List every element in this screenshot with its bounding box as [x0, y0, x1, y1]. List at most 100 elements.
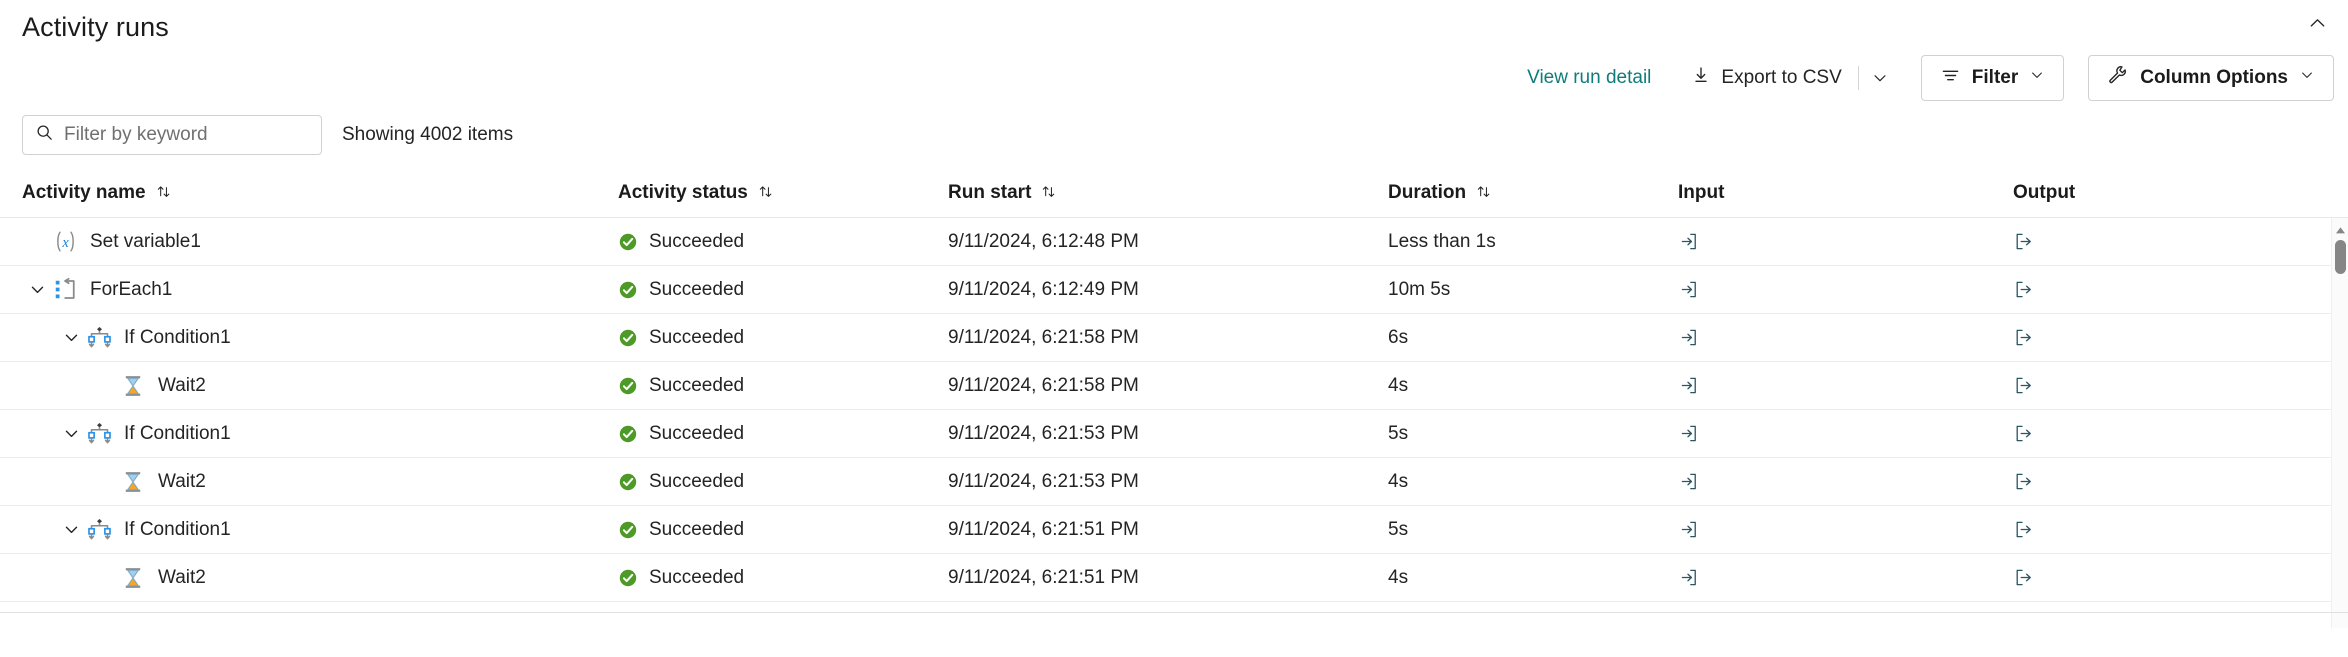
table-row[interactable]: ForEach1Succeeded9/11/2024, 6:12:49 PM10… [0, 266, 2348, 314]
table-row[interactable]: If Condition1Succeeded9/11/2024, 6:21:53… [0, 410, 2348, 458]
wrench-icon [2107, 64, 2129, 92]
chevron-down-icon[interactable] [56, 323, 86, 353]
chevron-down-icon[interactable] [56, 515, 86, 545]
run-start-cell: 9/11/2024, 6:21:58 PM [948, 375, 1388, 397]
chevron-down-icon[interactable] [56, 419, 86, 449]
showing-items-count: Showing 4002 items [342, 124, 513, 146]
scroll-up-arrow-icon[interactable] [2332, 222, 2348, 239]
page-title: Activity runs [22, 12, 169, 43]
run-start-cell: 9/11/2024, 6:21:53 PM [948, 471, 1388, 493]
table-row[interactable]: If Condition1Succeeded9/11/2024, 6:21:58… [0, 314, 2348, 362]
activity-name-cell: If Condition1 [22, 515, 618, 545]
input-cell [1678, 469, 2013, 495]
sort-updown-icon [156, 184, 174, 202]
arrow-out-of-box-icon[interactable] [2013, 325, 2039, 351]
arrow-into-box-icon[interactable] [1678, 565, 1704, 591]
table-scrollbar[interactable] [2331, 218, 2348, 628]
status-label: Succeeded [649, 279, 744, 301]
column-options-button[interactable]: Column Options [2088, 55, 2334, 101]
panel-header: Activity runs [0, 0, 2348, 52]
success-check-circle-icon [618, 568, 638, 588]
chevron-up-icon[interactable] [2300, 6, 2334, 40]
svg-text:x: x [61, 235, 69, 251]
if-condition-icon [86, 325, 112, 351]
arrow-out-of-box-icon[interactable] [2013, 277, 2039, 303]
expander-spacer [90, 371, 120, 401]
activity-name-label: If Condition1 [124, 327, 231, 349]
activity-runs-table: Activity nameActivity status Run start Dur… [0, 168, 2348, 628]
expander-spacer [90, 467, 120, 497]
column-header-run-start[interactable]: Run start [948, 182, 1388, 204]
search-box[interactable] [22, 115, 322, 155]
success-check-circle-icon [618, 520, 638, 540]
activity-name-label: If Condition1 [124, 423, 231, 445]
filter-chevron-down-icon [2029, 67, 2045, 89]
filter-row: Showing 4002 items [22, 115, 513, 155]
status-badge: Succeeded [618, 279, 948, 301]
column-header-output: Output [2013, 182, 2313, 204]
command-bar: View run detail Export to CSV [1519, 55, 2334, 101]
arrow-into-box-icon[interactable] [1678, 421, 1704, 447]
arrow-out-of-box-icon[interactable] [2013, 469, 2039, 495]
hourglass-wait-icon [120, 469, 146, 495]
export-to-csv-button[interactable]: Export to CSV [1679, 58, 1853, 98]
arrow-into-box-icon[interactable] [1678, 373, 1704, 399]
table-row[interactable]: Wait2Succeeded9/11/2024, 6:21:53 PM4s [0, 458, 2348, 506]
activity-name-cell: Wait2 [22, 371, 618, 401]
arrow-into-box-icon[interactable] [1678, 277, 1704, 303]
sort-updown-icon [1476, 184, 1494, 202]
duration-cell: 4s [1388, 471, 1678, 493]
arrow-into-box-icon[interactable] [1678, 325, 1704, 351]
arrow-into-box-icon[interactable] [1678, 469, 1704, 495]
column-header-duration[interactable]: Duration [1388, 182, 1678, 204]
column-header-activity-status[interactable]: Activity status [618, 182, 948, 204]
status-badge: Succeeded [618, 519, 948, 541]
activity-name-label: Wait2 [158, 471, 206, 493]
arrow-out-of-box-icon[interactable] [2013, 565, 2039, 591]
activity-runs-panel: Activity runs View run detail Export to … [0, 0, 2348, 657]
panel-bottom-divider [0, 612, 2348, 613]
column-header-label: Activity status [618, 182, 748, 204]
table-row[interactable]: Wait2Succeeded9/11/2024, 6:21:58 PM4s [0, 362, 2348, 410]
status-badge: Succeeded [618, 231, 948, 253]
table-row[interactable]: Wait2Succeeded9/11/2024, 6:21:51 PM4s [0, 554, 2348, 602]
arrow-into-box-icon[interactable] [1678, 517, 1704, 543]
output-cell [2013, 277, 2313, 303]
arrow-out-of-box-icon[interactable] [2013, 517, 2039, 543]
arrow-out-of-box-icon[interactable] [2013, 229, 2039, 255]
export-group: Export to CSV [1679, 58, 1896, 98]
column-header-label: Run start [948, 182, 1031, 204]
input-cell [1678, 517, 2013, 543]
filter-button[interactable]: Filter [1921, 55, 2064, 101]
arrow-out-of-box-icon[interactable] [2013, 421, 2039, 447]
column-options-chevron-down-icon [2299, 67, 2315, 89]
arrow-into-box-icon[interactable] [1678, 229, 1704, 255]
expander-spacer [22, 227, 52, 257]
run-start-cell: 9/11/2024, 6:21:53 PM [948, 423, 1388, 445]
success-check-circle-icon [618, 376, 638, 396]
duration-cell: 6s [1388, 327, 1678, 349]
table-row[interactable]: xSet variable1Succeeded9/11/2024, 6:12:4… [0, 218, 2348, 266]
column-header-activity-name[interactable]: Activity name [22, 182, 618, 204]
chevron-down-icon[interactable] [22, 275, 52, 305]
export-chevron-down-icon[interactable] [1863, 62, 1897, 94]
hourglass-wait-icon [120, 565, 146, 591]
success-check-circle-icon [618, 328, 638, 348]
arrow-out-of-box-icon[interactable] [2013, 373, 2039, 399]
set-variable-icon: x [52, 229, 78, 255]
duration-cell: 4s [1388, 375, 1678, 397]
status-badge: Succeeded [618, 375, 948, 397]
success-check-circle-icon [618, 232, 638, 252]
hourglass-wait-icon [120, 373, 146, 399]
duration-cell: 5s [1388, 423, 1678, 445]
status-badge: Succeeded [618, 567, 948, 589]
view-run-detail-button[interactable]: View run detail [1519, 63, 1659, 93]
success-check-circle-icon [618, 472, 638, 492]
scroll-thumb[interactable] [2335, 240, 2346, 274]
sort-updown-icon [758, 184, 776, 202]
activity-name-label: ForEach1 [90, 279, 172, 301]
search-input[interactable] [64, 124, 309, 146]
output-cell [2013, 373, 2313, 399]
status-label: Succeeded [649, 567, 744, 589]
table-row[interactable]: If Condition1Succeeded9/11/2024, 6:21:51… [0, 506, 2348, 554]
